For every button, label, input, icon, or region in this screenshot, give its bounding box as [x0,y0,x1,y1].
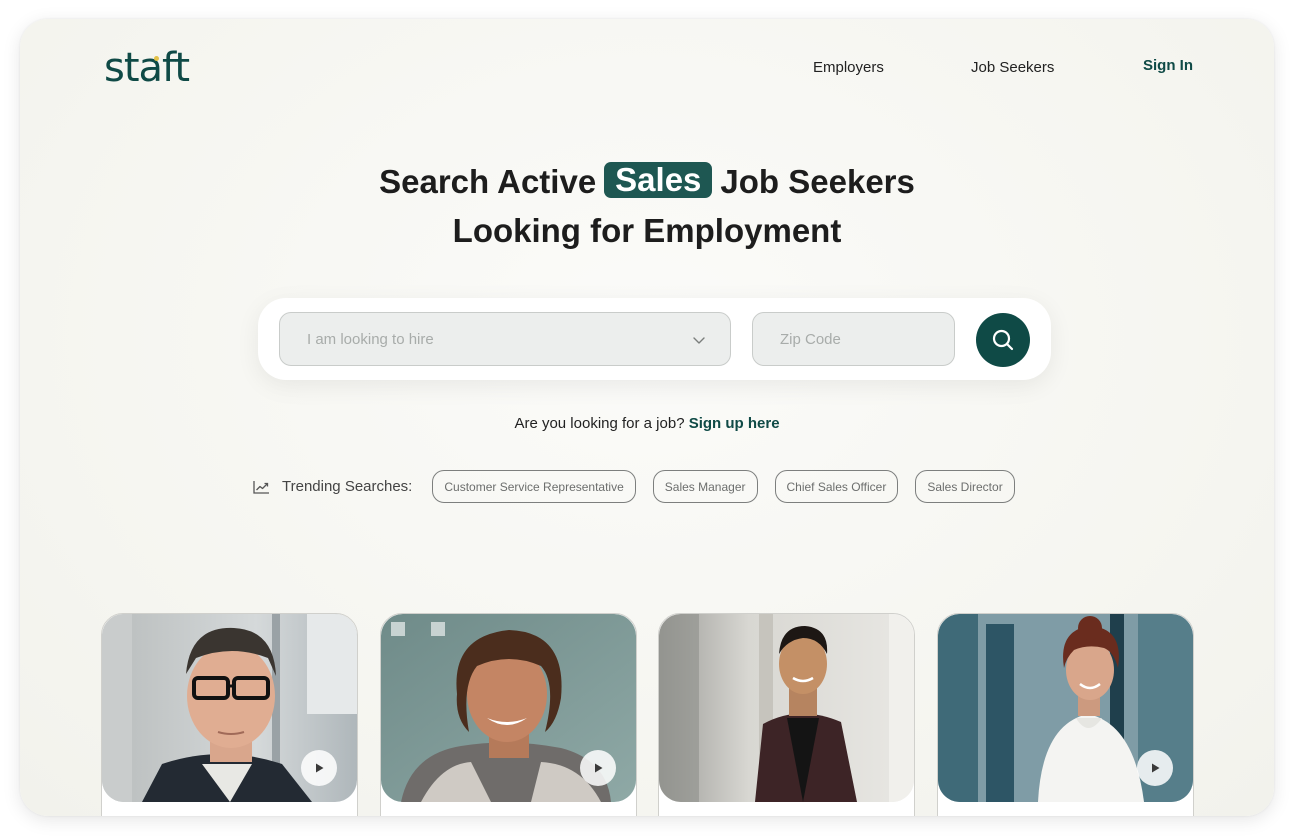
play-button[interactable] [580,750,616,786]
logo-text: staft [104,45,190,91]
nav-job-seekers-link[interactable]: Job Seekers [971,59,1054,76]
sign-up-link[interactable]: Sign up here [689,415,780,432]
trending-chip[interactable]: Sales Manager [652,470,758,503]
trending-chip[interactable]: Customer Service Representative [432,470,636,503]
trending-searches: Trending Searches: Customer Service Repr… [253,470,1032,503]
play-button[interactable] [1137,750,1173,786]
hero-line1-suffix: Job Seekers [720,163,915,200]
trending-chip[interactable]: Chief Sales Officer [774,470,899,503]
play-icon [595,763,603,773]
role-select-placeholder: I am looking to hire [307,330,434,348]
play-icon [1152,763,1160,773]
hero-line2: Looking for Employment [452,212,842,249]
candidate-photo [659,614,914,802]
chevron-down-icon [693,337,705,344]
hero-heading: Search Active Sales Job Seekers Looking fo… [20,157,1274,255]
search-icon [992,329,1014,351]
candidate-card[interactable] [380,613,637,816]
role-select[interactable]: I am looking to hire [279,312,731,366]
page-frame: staft Employers Job Seekers Sign In Sear… [20,19,1274,816]
hero-highlight-pill: Sales [604,162,713,198]
zip-code-input[interactable] [752,312,955,366]
candidate-card[interactable] [658,613,915,816]
trending-up-icon [253,480,269,494]
play-button[interactable] [301,750,337,786]
search-button[interactable] [976,313,1030,367]
signup-question: Are you looking for a job? [514,415,685,432]
signup-prompt: Are you looking for a job? Sign up here [20,415,1274,432]
sign-in-link[interactable]: Sign In [1143,57,1193,74]
candidate-card[interactable] [101,613,358,816]
logo-dot [154,56,159,61]
man-dark-suit-photo [659,614,914,802]
nav-employers-link[interactable]: Employers [813,59,884,76]
search-bar: I am looking to hire [258,298,1051,380]
candidate-card[interactable] [937,613,1194,816]
hero-line1-prefix: Search Active [379,163,597,200]
trending-label: Trending Searches: [282,478,413,495]
play-icon [316,763,324,773]
trending-chip[interactable]: Sales Director [915,470,1015,503]
staft-logo[interactable]: staft [104,45,190,91]
